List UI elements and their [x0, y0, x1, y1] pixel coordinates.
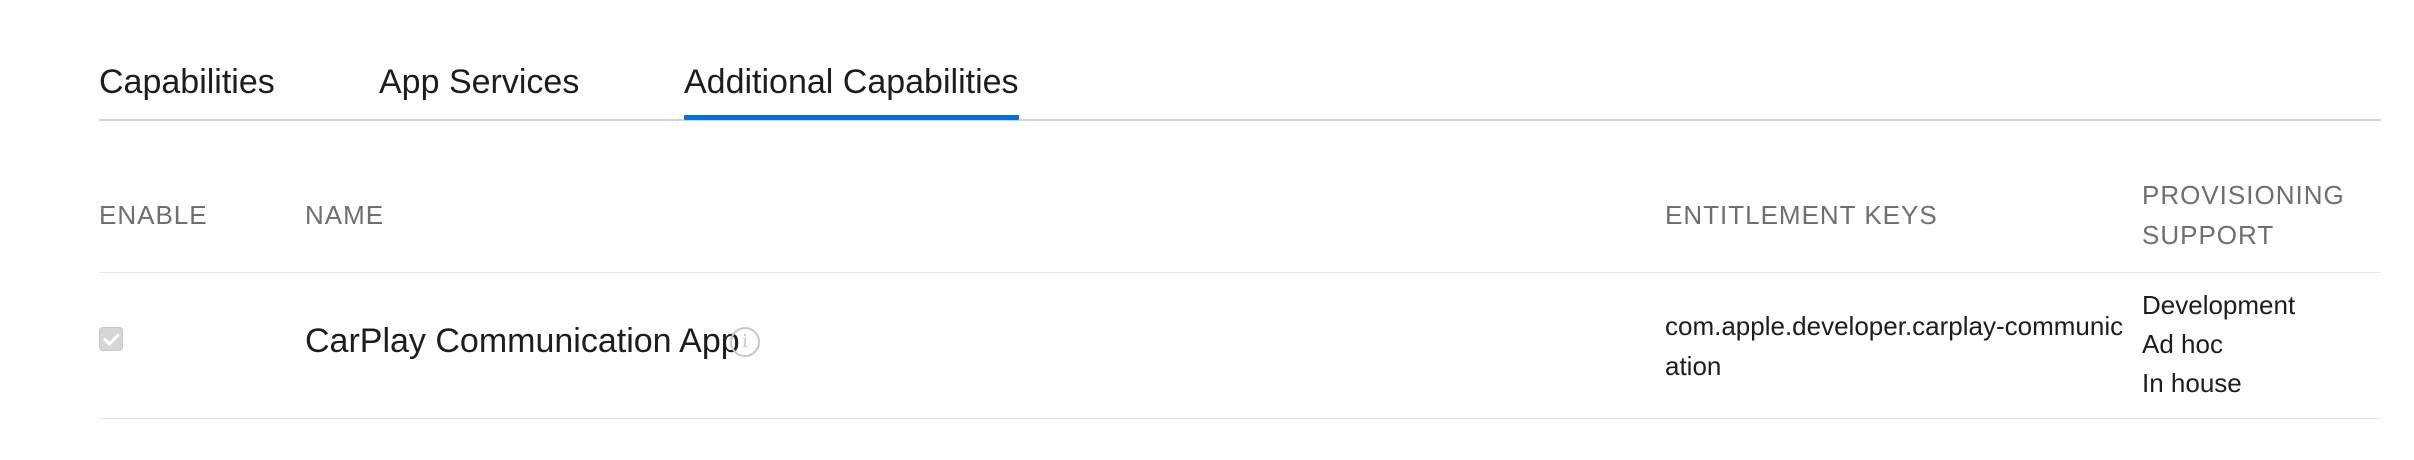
tab-bar: Capabilities App Services Additional Cap… — [99, 0, 2381, 121]
tab-label: App Services — [379, 63, 580, 101]
tab-label: Additional Capabilities — [684, 63, 1019, 101]
table-row: CarPlay Communication App i com.apple.de… — [99, 272, 2381, 419]
info-circle-icon[interactable]: i — [730, 327, 760, 357]
tab-label: Capabilities — [99, 63, 275, 101]
table-header: ENABLE NAME ENTITLEMENT KEYS PROVISIONIN… — [99, 168, 2381, 273]
provisioning-support-list: Development Ad hoc In house — [2142, 286, 2295, 403]
column-header-enable: ENABLE — [99, 200, 208, 230]
capabilities-panel: Capabilities App Services Additional Cap… — [99, 0, 2381, 460]
column-header-entitlement-keys: ENTITLEMENT KEYS — [1665, 200, 1938, 230]
tab-additional-capabilities[interactable]: Additional Capabilities — [684, 58, 1019, 120]
tab-app-services[interactable]: App Services — [379, 58, 579, 106]
enable-checkbox[interactable] — [99, 327, 123, 351]
provisioning-item: In house — [2142, 368, 2242, 398]
column-header-name: NAME — [305, 200, 385, 230]
tab-capabilities[interactable]: Capabilities — [99, 58, 275, 106]
column-header-provisioning-support: PROVISIONING SUPPORT — [2142, 180, 2345, 250]
capability-name: CarPlay Communication App — [305, 322, 740, 360]
active-tab-indicator — [684, 115, 1019, 120]
entitlement-key: com.apple.developer.carplay-communicatio… — [1665, 311, 2124, 381]
provisioning-item: Development — [2142, 290, 2296, 320]
provisioning-item: Ad hoc — [2142, 329, 2223, 359]
